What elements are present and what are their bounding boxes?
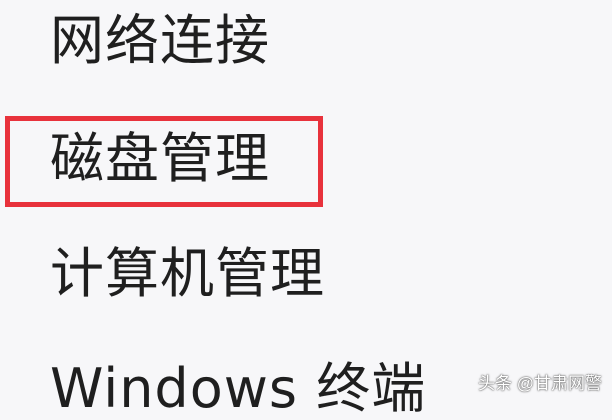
watermark: 头条 @甘肃网警 bbox=[478, 374, 602, 393]
context-menu: 网络连接 磁盘管理 计算机管理 Windows 终端 bbox=[0, 0, 612, 416]
menu-item-network-connections[interactable]: 网络连接 bbox=[50, 14, 270, 68]
menu-item-disk-management[interactable]: 磁盘管理 bbox=[50, 132, 270, 186]
menu-item-computer-management[interactable]: 计算机管理 bbox=[50, 247, 325, 301]
